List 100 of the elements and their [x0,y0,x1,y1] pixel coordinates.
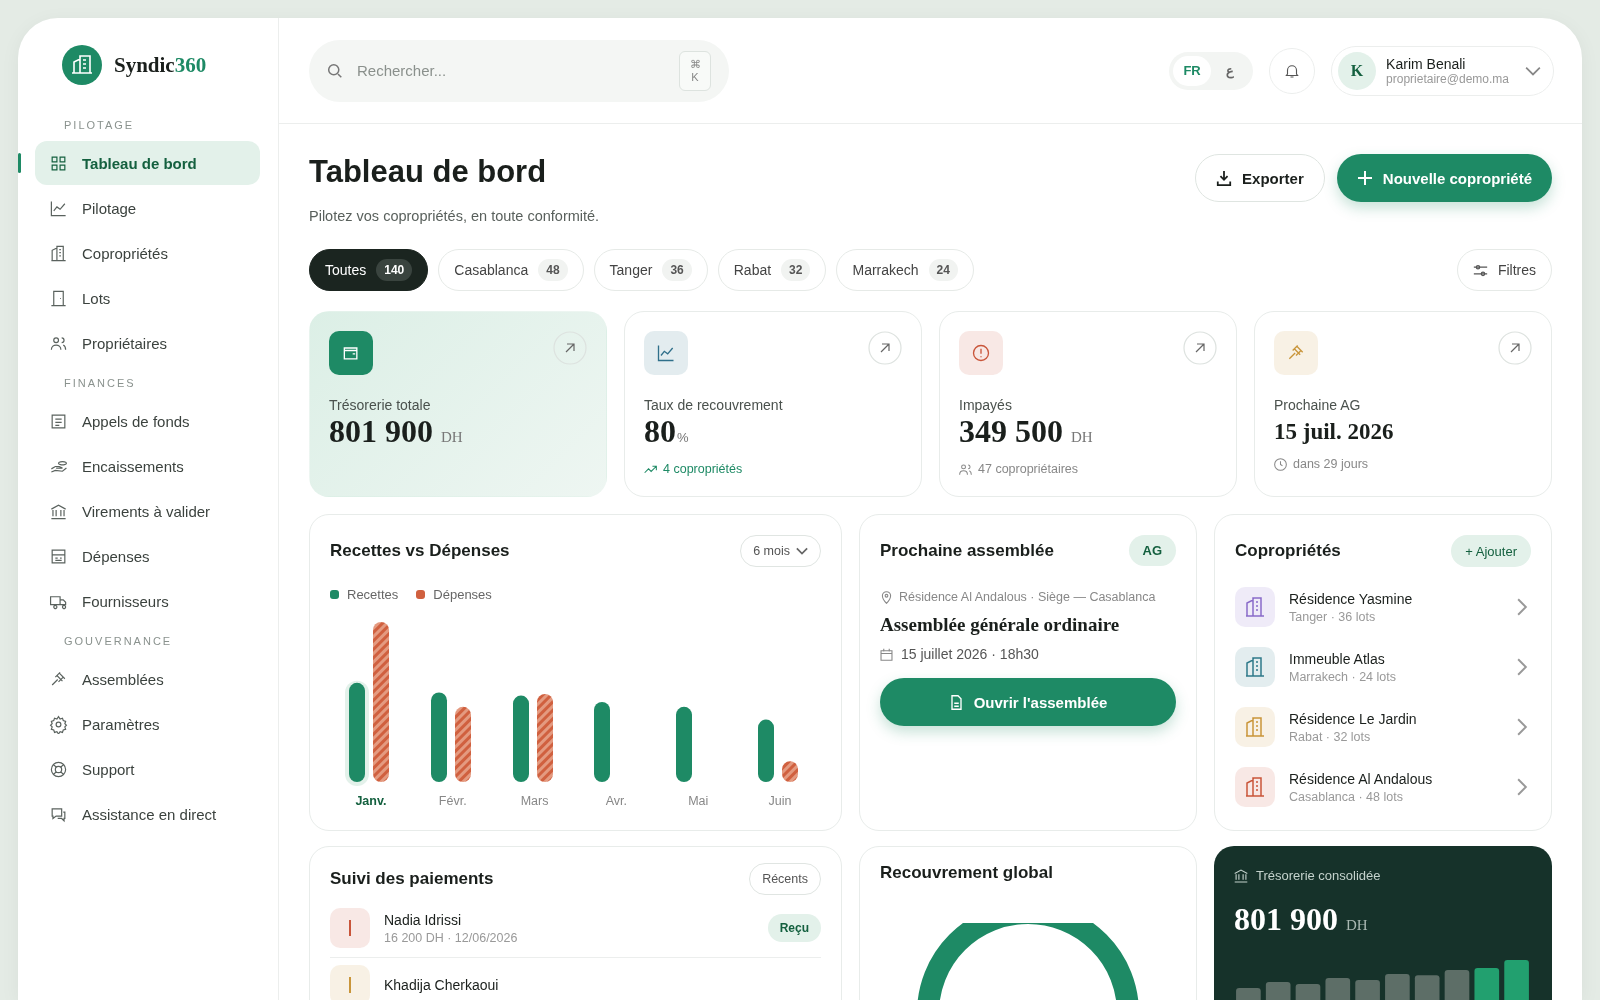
search-field[interactable]: Rechercher... [355,61,667,80]
open-assembly-button[interactable]: Ouvrir l'assemblée [880,678,1176,726]
card-title: Prochaine assemblée [880,540,1054,561]
chevron-down-icon [796,545,808,557]
sidebar-item[interactable]: Fournisseurs [35,579,260,623]
ag-badge: AG [1128,535,1176,566]
stat-label: Prochaine AG [1274,397,1362,413]
language-option[interactable]: ع [1211,55,1250,86]
stat-unit: DH [441,429,463,446]
property-name[interactable]: Immeuble Atlas [1289,650,1499,667]
arrow-up-right-icon[interactable] [1498,331,1532,365]
clock-icon [1274,457,1287,471]
sliders-icon [1472,262,1488,278]
logo-icon [62,45,102,85]
month-label[interactable]: Févr. [438,794,467,808]
sidebar-item[interactable]: Assemblées [35,657,260,701]
active-indicator [18,153,21,173]
arrow-up-right-icon[interactable] [868,331,902,365]
stat-label: Trésorerie totale [329,397,432,413]
section-title: FINANCES [64,377,137,389]
property-name[interactable]: Résidence Le Jardin [1289,710,1499,727]
arrow-up-right-icon[interactable] [1183,331,1217,365]
filter-tab[interactable]: Tanger 36 [593,249,708,291]
page-subtitle: Pilotez vos copropriétés, en toute conformité. [309,208,600,224]
filter-tab[interactable]: Casablanca 48 [438,249,584,291]
user-name: Karim Benali [1386,55,1467,72]
building-icon [1245,777,1265,797]
month-label[interactable]: Juin [768,794,792,808]
sidebar-item[interactable]: Assistance en direct [35,792,260,836]
sidebar-item[interactable]: Virements à valider [35,489,260,533]
sidebar-item[interactable]: Appels de fonds [35,399,260,443]
month-label[interactable]: Mai [688,794,709,808]
sidebar-item[interactable]: Dépenses [35,534,260,578]
sidebar-item[interactable]: Tableau de bord [35,141,260,185]
stat-label: Taux de recouvrement [644,397,784,413]
expense-bar [782,761,799,782]
search-icon [327,62,343,79]
section-title: PILOTAGE [64,119,136,131]
filters-button[interactable]: Filtres [1456,249,1552,291]
language-option[interactable]: FR [1173,55,1212,86]
sidebar-item[interactable]: Paramètres [35,702,260,746]
stat-note: dans 29 jours [1293,457,1369,471]
lifebuoy-icon [49,759,68,779]
stat-unit: DH [1071,429,1093,446]
card-title: Recettes vs Dépenses [330,541,510,561]
stat-value: 80 [644,413,676,450]
page-title: Tableau de bord [309,154,548,190]
filter-tab[interactable]: Rabat 32 [717,249,827,291]
property-detail: Rabat · 32 lots [1289,729,1372,744]
building-icon [1245,597,1265,617]
payment-detail: 16 200 DH · 12/06/2026 [384,930,519,945]
sidebar-item[interactable]: Lots [35,276,260,320]
assembly-name: Assemblée générale ordinaire [880,614,1121,636]
filter-tab[interactable]: Toutes 140 [309,249,429,291]
assembly-date: 15 juillet 2026 · 18h30 [901,646,1039,662]
treasury-value: 801 900 [1234,901,1338,938]
property-detail: Casablanca · 48 lots [1289,789,1404,804]
stat-note: 47 copropriétaires [978,462,1079,476]
stat-value: 15 juil. 2026 [1274,419,1394,445]
alert-icon [971,343,991,363]
arrow-up-right-icon[interactable] [553,331,587,365]
period-dropdown[interactable]: 6 mois [740,535,821,567]
section-title: GOUVERNANCE [64,635,174,647]
month-label[interactable]: Mars [520,794,549,808]
assembly-location: Résidence Al Andalous · Siège — Casablanca [899,590,1156,604]
filter-tab[interactable]: Marrakech 24 [836,249,974,291]
search-bar[interactable]: Rechercher... ⌘ K [309,39,729,102]
user-avatar: K [1338,51,1377,90]
location-pin-icon [880,590,893,604]
stat-value: 801 900 [329,413,433,450]
add-button[interactable]: + Ajouter [1451,535,1531,567]
bank-icon [1234,868,1248,883]
document-icon [948,694,964,710]
sidebar-item[interactable]: Encaissements [35,444,260,488]
user-menu[interactable]: K Karim Benali proprietaire@demo.ma [1331,45,1554,96]
door-icon [49,288,68,308]
property-name[interactable]: Résidence Yasmine [1289,590,1499,607]
sidebar-item[interactable]: Support [35,747,260,791]
payer-name: Nadia Idrissi [384,911,463,928]
legend-item: Recettes [330,587,399,602]
legend-item: Dépenses [416,587,492,602]
income-bar [758,719,775,782]
people-icon [959,462,972,476]
building-icon [49,243,68,263]
sidebar-item[interactable]: Propriétaires [35,321,260,365]
sidebar-item[interactable]: Pilotage [35,186,260,230]
stat-value: 349 500 [959,413,1063,450]
sidebar-item[interactable]: Copropriétés [35,231,260,275]
property-detail: Marrakech · 24 lots [1289,669,1397,684]
export-button[interactable]: Exporter [1195,154,1325,202]
recent-dropdown[interactable]: Récents [749,863,821,895]
brand-name: Syndic360 [114,52,207,78]
new-property-button[interactable]: Nouvelle copropriété [1336,154,1552,202]
stat-unit: % [677,430,689,445]
month-label[interactable]: Janv. [355,794,387,808]
property-name[interactable]: Résidence Al Andalous [1289,770,1499,787]
payer-name: Khadija Cherkaoui [384,977,500,993]
card-title: Copropriétés [1235,541,1341,561]
month-label[interactable]: Avr. [605,794,628,808]
settings-icon [49,714,68,734]
